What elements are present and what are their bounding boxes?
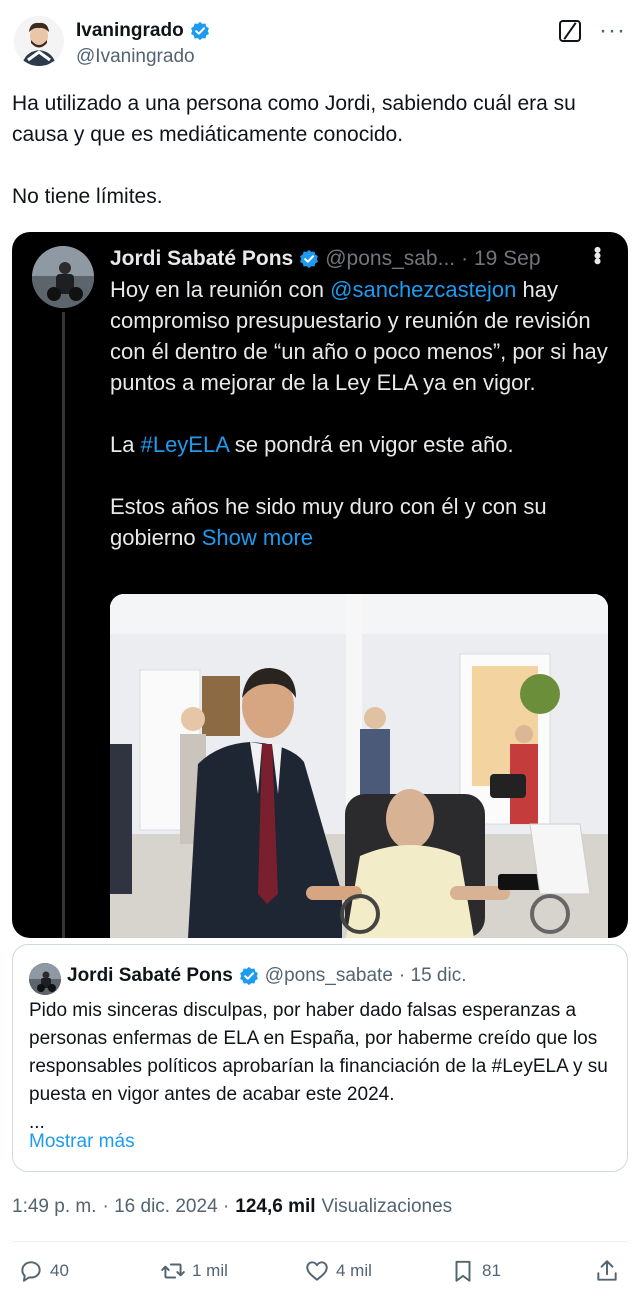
tweet-metadata: 1:49 p. m. · 16 dic. 2024 · 124,6 mil Vi… bbox=[12, 1196, 452, 1218]
quoted-date: · 15 dic. bbox=[398, 965, 467, 986]
author-name-row[interactable]: Ivaningrado bbox=[76, 20, 210, 42]
share-button[interactable] bbox=[594, 1258, 620, 1284]
bookmark-button[interactable]: 81 bbox=[450, 1258, 501, 1284]
bookmark-count: 81 bbox=[482, 1261, 501, 1280]
repost-button[interactable]: 1 mil bbox=[160, 1258, 228, 1284]
verified-badge-icon bbox=[300, 249, 319, 269]
quoted-author-avatar bbox=[29, 963, 61, 995]
show-more-link[interactable]: Mostrar más bbox=[29, 1131, 135, 1153]
tweet-time[interactable]: 1:49 p. m. bbox=[12, 1196, 97, 1218]
quoted-author-name: Jordi Sabaté Pons bbox=[67, 965, 233, 986]
divider bbox=[12, 1241, 628, 1242]
share-icon bbox=[597, 1260, 617, 1281]
like-button[interactable]: 4 mil bbox=[304, 1258, 372, 1284]
author-name[interactable]: Ivaningrado bbox=[76, 20, 184, 42]
bookmark-icon bbox=[455, 1260, 471, 1282]
embedded-tweet-text: Hoy en la reunión con @sanchezcastejon h… bbox=[110, 274, 610, 553]
quoted-tweet-header: Jordi Sabaté Pons @pons_sabate · 15 dic. bbox=[67, 965, 466, 987]
verified-badge-icon bbox=[190, 21, 209, 41]
quoted-tweet[interactable]: Jordi Sabaté Pons @pons_sabate · 15 dic.… bbox=[12, 944, 628, 1172]
author-avatar[interactable] bbox=[14, 16, 64, 66]
tweet-date[interactable]: · 16 dic. 2024 · bbox=[103, 1196, 230, 1218]
embedded-text-part: hay compromiso presupuestario y reunión … bbox=[110, 277, 608, 457]
embedded-text-part: Hoy en la reunión con bbox=[110, 277, 331, 302]
reply-count: 40 bbox=[50, 1261, 69, 1280]
repost-count: 1 mil bbox=[192, 1261, 228, 1280]
heart-icon bbox=[306, 1261, 328, 1281]
views-count: 124,6 mil bbox=[235, 1196, 316, 1217]
quoted-author-handle: @pons_sabate bbox=[264, 965, 393, 986]
quoted-tweet-text: Pido mis sinceras disculpas, por haber d… bbox=[29, 1000, 608, 1133]
author-handle[interactable]: @Ivaningrado bbox=[76, 46, 195, 68]
reply-button[interactable]: 40 bbox=[18, 1258, 69, 1284]
reply-icon bbox=[21, 1261, 41, 1282]
embedded-photo bbox=[110, 594, 608, 938]
grok-icon[interactable] bbox=[559, 20, 582, 42]
verified-badge-icon bbox=[239, 966, 258, 986]
more-dots-icon[interactable]: ··· bbox=[599, 19, 626, 43]
embedded-author-avatar bbox=[32, 246, 94, 308]
embedded-author-name: Jordi Sabaté Pons bbox=[110, 247, 294, 270]
embedded-hashtag: #LeyELA bbox=[140, 432, 229, 457]
action-bar: 40 1 mil 4 mil 81 bbox=[12, 1258, 628, 1290]
embedded-show-more: Show more bbox=[201, 525, 314, 550]
embedded-more-icon: ••• bbox=[585, 246, 610, 264]
embedded-mention: @sanchezcastejon bbox=[330, 277, 517, 302]
embedded-tweet-header: Jordi Sabaté Pons @pons_sab... · 19 Sep bbox=[110, 244, 608, 274]
embedded-author-handle: @pons_sab... bbox=[325, 247, 456, 270]
views-label: Visualizaciones bbox=[321, 1196, 453, 1217]
repost-icon bbox=[161, 1263, 185, 1279]
thread-line bbox=[62, 312, 65, 938]
embedded-date: · 19 Sep bbox=[461, 247, 541, 270]
embedded-tweet-image[interactable]: Jordi Sabaté Pons @pons_sab... · 19 Sep … bbox=[12, 232, 628, 938]
tweet-text: Ha utilizado a una persona como Jordi, s… bbox=[12, 92, 576, 208]
tweet-header: Ivaningrado @Ivaningrado ··· bbox=[14, 16, 626, 72]
like-count: 4 mil bbox=[336, 1261, 372, 1280]
header-actions: ··· bbox=[559, 19, 626, 43]
